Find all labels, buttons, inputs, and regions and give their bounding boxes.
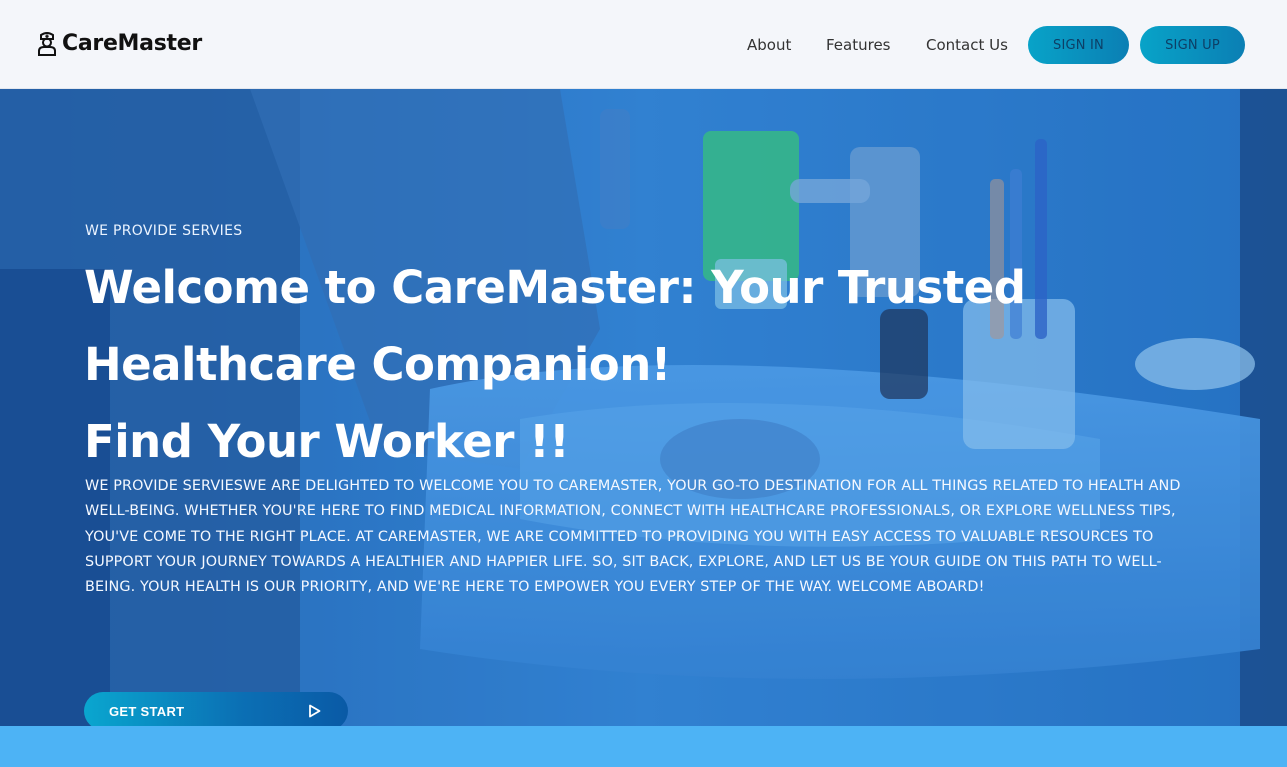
nav-link-features[interactable]: Features — [826, 36, 891, 54]
brand-name: CareMaster — [62, 30, 202, 56]
sign-in-button[interactable]: SIGN IN — [1028, 26, 1129, 64]
hero-eyebrow: WE PROVIDE SERVIES — [85, 223, 243, 239]
hero-headline-line-1: Welcome to CareMaster: Your Trusted — [84, 261, 1026, 314]
hero-headline: Welcome to CareMaster: Your Trusted Heal… — [84, 249, 1134, 480]
hero-section: WE PROVIDE SERVIES Welcome to CareMaster… — [0, 89, 1287, 726]
nav-link-about[interactable]: About — [747, 36, 791, 54]
hero-headline-line-3: Find Your Worker !! — [84, 415, 570, 468]
sign-up-button[interactable]: SIGN UP — [1140, 26, 1245, 64]
get-start-button[interactable]: GET START — [84, 692, 348, 726]
play-icon — [308, 704, 322, 718]
get-start-label: GET START — [109, 703, 185, 719]
brand-logo-link[interactable]: CareMaster — [36, 28, 202, 58]
hero-headline-line-2: Healthcare Companion! — [84, 338, 671, 391]
nav-link-contact-us[interactable]: Contact Us — [926, 36, 1008, 54]
hero-description: WE PROVIDE SERVIESWE ARE DELIGHTED TO WE… — [85, 478, 1181, 596]
next-section-strip — [0, 726, 1287, 767]
nurse-icon — [36, 28, 58, 58]
top-navbar: CareMaster About Features Contact Us SIG… — [0, 0, 1287, 89]
